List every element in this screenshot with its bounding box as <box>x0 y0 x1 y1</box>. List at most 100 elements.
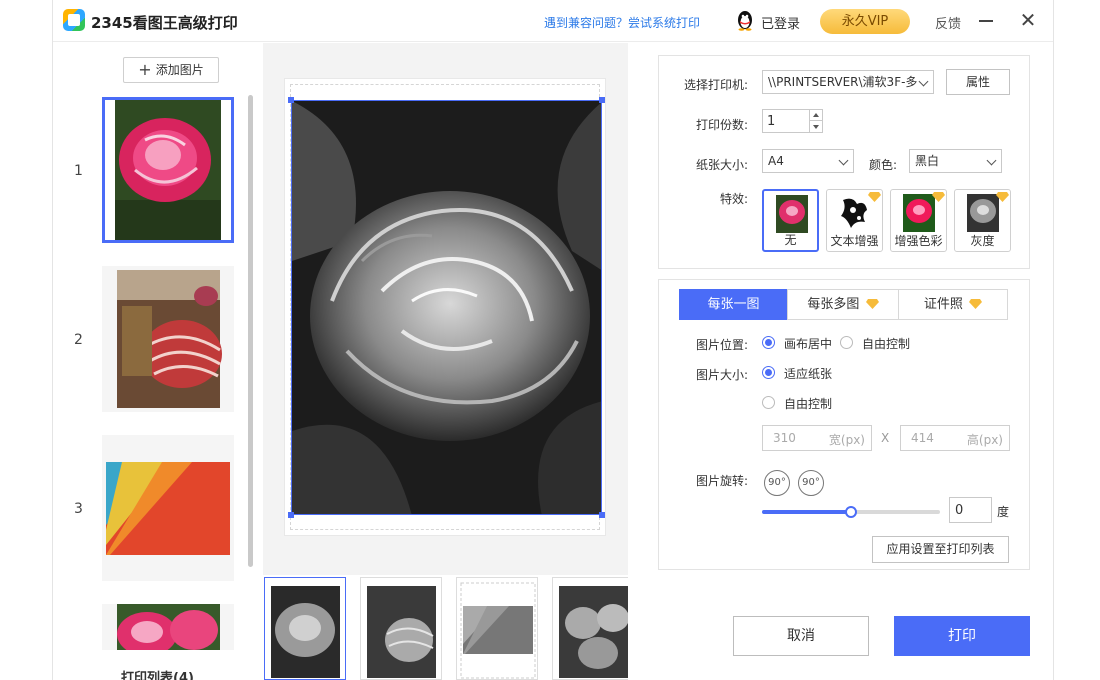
effect-grayscale[interactable]: 灰度 <box>954 189 1011 252</box>
angle-input[interactable]: 0 <box>949 497 992 523</box>
list-item-thumbnail[interactable] <box>102 266 234 412</box>
paper-size-select[interactable]: A4 <box>762 149 854 173</box>
resize-handle[interactable] <box>288 97 294 103</box>
resize-handle[interactable] <box>599 97 605 103</box>
print-button[interactable]: 打印 <box>894 616 1030 656</box>
vip-button[interactable]: 永久VIP <box>820 9 910 34</box>
chevron-down-icon <box>918 76 929 87</box>
filmstrip-item[interactable] <box>552 577 628 680</box>
paper-gray-thumb <box>460 582 536 679</box>
close-icon[interactable]: ✕ <box>1019 10 1037 30</box>
effect-label: 灰度 <box>970 234 995 248</box>
vip-diamond-icon <box>865 299 879 309</box>
qq-penguin-icon <box>738 11 752 31</box>
printer-label: 选择打印机: <box>683 78 748 92</box>
tab-label: 证件照 <box>923 297 963 312</box>
paper-size-value: A4 <box>768 154 784 168</box>
slider-fill <box>762 510 851 514</box>
position-center-radio[interactable] <box>762 336 775 349</box>
stepper-buttons <box>809 110 822 132</box>
height-value: 414 <box>911 431 934 445</box>
print-window: 2345看图王高级打印 遇到兼容问题？尝试系统打印 已登录 永久VIP 反馈 ✕… <box>52 0 1054 680</box>
preview-filmstrip <box>263 575 628 680</box>
filmstrip-item[interactable] <box>456 577 538 680</box>
chevron-down-icon <box>838 155 849 166</box>
filmstrip-item[interactable] <box>360 577 442 680</box>
effect-preview <box>776 195 808 233</box>
angle-unit: 度 <box>997 505 1010 519</box>
add-image-button[interactable]: + 添加图片 <box>123 57 219 83</box>
meat-platter-image <box>117 270 222 408</box>
print-list-panel: + 添加图片 1 2 3 打印列表(4) <box>53 43 263 680</box>
rose-gray-thumb <box>271 586 340 678</box>
apply-to-list-button[interactable]: 应用设置至打印列表 <box>872 536 1009 563</box>
height-unit: 高(px) <box>966 433 1003 447</box>
chevron-down-icon <box>986 155 997 166</box>
rotation-slider[interactable] <box>762 506 940 518</box>
rotate-right-icon[interactable]: 90° <box>798 470 824 496</box>
effect-preview <box>967 194 999 232</box>
size-free-radio[interactable] <box>762 396 775 409</box>
feedback-link[interactable]: 反馈 <box>935 13 961 32</box>
position-center-label: 画布居中 <box>784 337 833 351</box>
color-select[interactable]: 黑白 <box>909 149 1002 173</box>
rose-grayscale-preview <box>292 101 601 514</box>
height-input[interactable]: 414 高(px) <box>900 425 1010 451</box>
increment-icon[interactable] <box>813 113 819 117</box>
preview-image[interactable] <box>291 100 602 515</box>
printer-select[interactable]: \\PRINTSERVER\浦软3F-多 <box>762 70 934 94</box>
effect-preview <box>903 194 935 232</box>
times-sign: X <box>881 431 890 445</box>
effect-preview <box>839 194 871 232</box>
print-list-count: 打印列表(4) <box>121 671 194 680</box>
add-image-label: 添加图片 <box>155 63 204 77</box>
rose-color-mini <box>776 195 808 233</box>
list-item-number: 2 <box>74 332 83 348</box>
title-bar: 2345看图王高级打印 遇到兼容问题？尝试系统打印 已登录 永久VIP 反馈 ✕ <box>53 0 1053 42</box>
color-value: 黑白 <box>915 154 940 168</box>
app-title: 2345看图王高级打印 <box>91 14 238 32</box>
printer-value: \\PRINTSERVER\浦软3F-多 <box>768 75 918 89</box>
cancel-button[interactable]: 取消 <box>733 616 869 656</box>
list-scrollbar[interactable] <box>248 95 253 567</box>
color-paper-image <box>106 462 230 555</box>
stepper-divider <box>810 120 822 121</box>
plus-icon: + <box>138 60 152 79</box>
list-item-number: 3 <box>74 501 83 517</box>
rose-color-image <box>115 100 221 240</box>
list-item-thumbnail[interactable] <box>102 604 234 650</box>
list-item-thumbnail[interactable] <box>102 435 234 581</box>
copies-stepper[interactable]: 1 <box>762 109 823 133</box>
tab-multi-per-page[interactable]: 每张多图 <box>787 289 899 320</box>
login-status[interactable]: 已登录 <box>761 13 800 32</box>
rotate-left-icon[interactable]: 90° <box>764 470 790 496</box>
rose-vivid-mini <box>903 194 935 232</box>
position-free-label: 自由控制 <box>862 337 911 351</box>
list-item-thumbnail[interactable] <box>102 97 234 243</box>
size-fit-radio[interactable] <box>762 366 775 379</box>
filmstrip-item[interactable] <box>264 577 346 680</box>
position-free-radio[interactable] <box>840 336 853 349</box>
effect-label: 增强色彩 <box>894 234 943 248</box>
effect-color-enhance[interactable]: 增强色彩 <box>890 189 947 252</box>
printer-properties-button[interactable]: 属性 <box>946 69 1010 95</box>
resize-handle[interactable] <box>288 512 294 518</box>
vip-diamond-icon <box>868 192 881 202</box>
effect-label: 文本增强 <box>830 234 879 248</box>
list-item-number: 1 <box>74 163 83 179</box>
effect-text-enhance[interactable]: 文本增强 <box>826 189 883 252</box>
size-label: 图片大小: <box>695 368 748 382</box>
effect-label: 无 <box>784 233 797 247</box>
tab-one-per-page[interactable]: 每张一图 <box>679 289 788 320</box>
resize-handle[interactable] <box>599 512 605 518</box>
slider-handle[interactable] <box>845 506 857 518</box>
meat-gray-thumb <box>367 586 436 678</box>
size-fit-label: 适应纸张 <box>784 367 833 381</box>
width-input[interactable]: 310 宽(px) <box>762 425 872 451</box>
minimize-icon[interactable] <box>979 20 993 22</box>
system-print-link[interactable]: 遇到兼容问题？尝试系统打印 <box>544 14 700 31</box>
roses-image <box>117 604 220 650</box>
decrement-icon[interactable] <box>813 125 819 129</box>
effect-none[interactable]: 无 <box>762 189 819 252</box>
tab-id-photo[interactable]: 证件照 <box>898 289 1008 320</box>
